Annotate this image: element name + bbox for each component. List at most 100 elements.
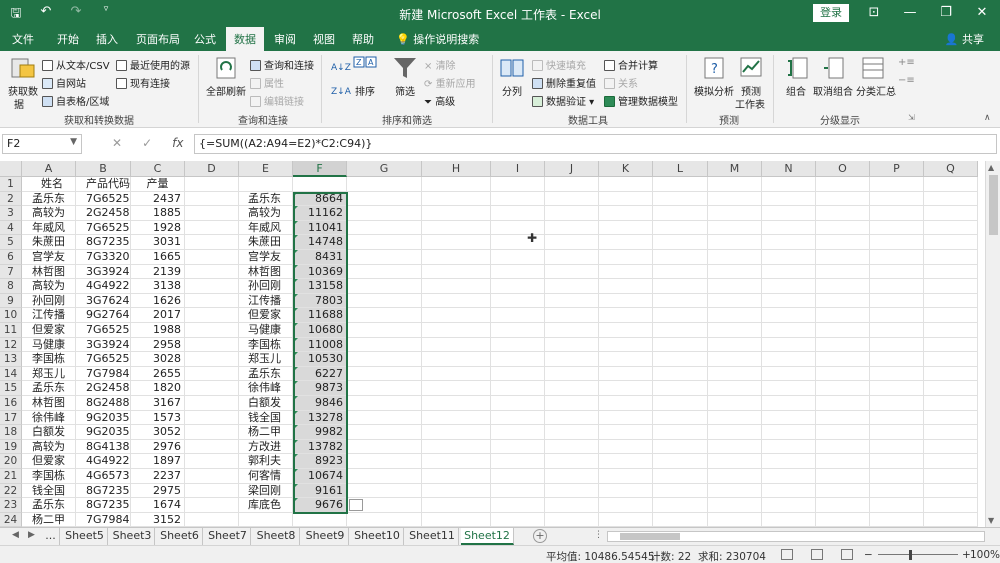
cell[interactable]	[924, 264, 978, 280]
cell-c-5[interactable]: 3031	[131, 235, 185, 250]
cell[interactable]	[347, 396, 422, 411]
sheet-tab-sheet12[interactable]: Sheet12	[461, 528, 514, 545]
refresh-all-icon[interactable]	[214, 55, 240, 81]
cell[interactable]	[653, 235, 708, 250]
cell-e-18[interactable]: 杨二甲	[239, 425, 293, 440]
cell[interactable]	[653, 308, 708, 323]
cell-b-2[interactable]: 7G65253	[76, 191, 131, 207]
cell-e-4[interactable]: 年威风	[239, 220, 293, 236]
cell[interactable]	[491, 381, 545, 396]
properties[interactable]: 属性	[250, 75, 284, 90]
cell[interactable]	[599, 191, 653, 207]
cell-b-5[interactable]: 8G72351	[76, 235, 131, 250]
row-header[interactable]: 13	[0, 352, 22, 367]
cell-f-23[interactable]: 9676	[293, 498, 347, 513]
cell-a-23[interactable]: 孟乐东	[22, 498, 76, 513]
row-header[interactable]: 23	[0, 498, 22, 513]
cell-e-9[interactable]: 江传播	[239, 293, 293, 309]
cell[interactable]	[924, 381, 978, 396]
cell-e-8[interactable]: 孙回刚	[239, 279, 293, 294]
cell[interactable]	[762, 454, 816, 469]
cell[interactable]	[422, 293, 491, 309]
cell[interactable]	[347, 454, 422, 469]
column-header-l[interactable]: L	[653, 161, 708, 177]
cell-c-23[interactable]: 1674	[131, 498, 185, 513]
cell-f-2[interactable]: 8664	[293, 191, 347, 207]
cell[interactable]	[422, 279, 491, 294]
row-header[interactable]: 15	[0, 381, 22, 396]
cell[interactable]	[185, 396, 239, 411]
cell-c-17[interactable]: 1573	[131, 410, 185, 426]
cell-a-22[interactable]: 钱全国	[22, 483, 76, 499]
sheet-tab-sheet3[interactable]: Sheet3	[110, 528, 155, 545]
column-header-k[interactable]: K	[599, 161, 653, 177]
cell[interactable]	[185, 279, 239, 294]
cell-f-24[interactable]	[293, 512, 347, 527]
column-header-d[interactable]: D	[185, 161, 239, 177]
cell-c-10[interactable]: 2017	[131, 308, 185, 323]
cell[interactable]	[545, 439, 599, 455]
cell-a-1[interactable]: 姓名	[22, 177, 76, 192]
cell[interactable]	[491, 206, 545, 221]
zoom-slider-knob[interactable]	[909, 550, 912, 560]
recent-sources[interactable]: 最近使用的源	[116, 57, 190, 72]
cell-c-14[interactable]: 2655	[131, 366, 185, 382]
cell-b-8[interactable]: 4G49224	[76, 279, 131, 294]
scroll-thumb[interactable]	[989, 175, 998, 235]
cell-b-20[interactable]: 4G49224	[76, 454, 131, 469]
cell[interactable]	[816, 235, 870, 250]
cell[interactable]	[491, 177, 545, 192]
filter-label[interactable]: 筛选	[395, 83, 415, 98]
cell-e-15[interactable]: 徐伟峰	[239, 381, 293, 396]
cell[interactable]	[599, 469, 653, 484]
cell[interactable]	[491, 439, 545, 455]
cell[interactable]	[653, 410, 708, 426]
cell[interactable]	[185, 425, 239, 440]
cell-f-16[interactable]: 9846	[293, 396, 347, 411]
cell[interactable]	[545, 366, 599, 382]
cell-e-13[interactable]: 郑玉儿	[239, 352, 293, 367]
ungroup-icon[interactable]	[821, 55, 847, 81]
cell-a-19[interactable]: 高较为	[22, 439, 76, 455]
cell[interactable]	[870, 439, 924, 455]
cell[interactable]	[545, 425, 599, 440]
from-text-csv[interactable]: 从文本/CSV	[42, 57, 110, 72]
cell[interactable]	[924, 454, 978, 469]
cell[interactable]	[491, 366, 545, 382]
cell[interactable]	[545, 177, 599, 192]
cell[interactable]	[599, 410, 653, 426]
row-header[interactable]: 24	[0, 512, 22, 527]
cell[interactable]	[762, 352, 816, 367]
cell[interactable]	[599, 352, 653, 367]
cell[interactable]	[708, 469, 762, 484]
hscroll-thumb[interactable]	[620, 533, 680, 540]
select-all-corner[interactable]	[0, 161, 22, 177]
cell[interactable]	[491, 293, 545, 309]
cell[interactable]	[347, 177, 422, 192]
cell[interactable]	[545, 308, 599, 323]
cell-b-18[interactable]: 9G20352	[76, 425, 131, 440]
cell[interactable]	[870, 177, 924, 192]
cell[interactable]	[347, 206, 422, 221]
cell-e-1[interactable]	[239, 177, 293, 192]
flash-fill[interactable]: 快速填充	[532, 57, 586, 72]
data-validation[interactable]: 数据验证 ▾	[532, 93, 594, 108]
cell[interactable]	[653, 366, 708, 382]
cell[interactable]	[870, 454, 924, 469]
cell[interactable]	[816, 469, 870, 484]
minimize-icon[interactable]: —	[892, 0, 928, 27]
page-break-view-icon[interactable]	[841, 549, 853, 560]
cell[interactable]	[924, 410, 978, 426]
column-header-n[interactable]: N	[762, 161, 816, 177]
cell[interactable]	[816, 323, 870, 338]
cell[interactable]	[816, 512, 870, 527]
cell[interactable]	[545, 352, 599, 367]
column-header-p[interactable]: P	[870, 161, 924, 177]
ungroup-label[interactable]: 取消组合	[813, 83, 853, 98]
cell[interactable]	[653, 352, 708, 367]
cell[interactable]	[762, 293, 816, 309]
cell[interactable]	[599, 264, 653, 280]
cell[interactable]	[599, 381, 653, 396]
cell[interactable]	[653, 498, 708, 513]
cell[interactable]	[708, 235, 762, 250]
